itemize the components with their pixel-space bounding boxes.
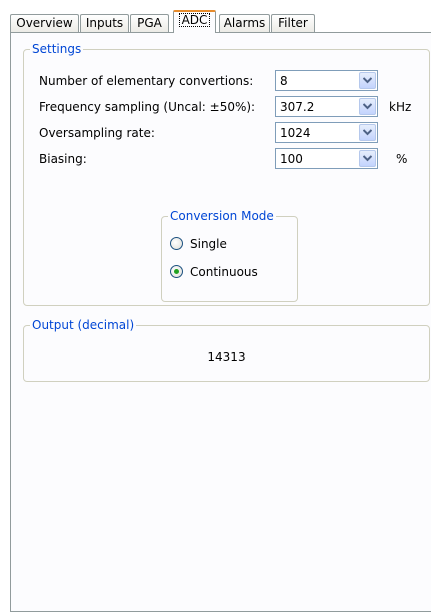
tab-adc[interactable]: ADC: [173, 10, 216, 33]
tab-label: Filter: [278, 16, 308, 30]
tab-pga[interactable]: PGA: [130, 14, 169, 32]
oversampling-rate-label: Oversampling rate:: [39, 126, 155, 140]
combo-value: 100: [280, 152, 303, 166]
single-radio-label[interactable]: Single: [190, 237, 227, 251]
elementary-conversions-select[interactable]: 8: [275, 70, 378, 91]
radio-selected-dot: [174, 269, 179, 274]
settings-group: Settings Number of elementary convertion…: [23, 42, 430, 306]
elementary-conversions-label: Number of elementary convertions:: [39, 74, 254, 88]
frequency-unit: kHz: [389, 100, 412, 114]
chevron-down-icon[interactable]: [359, 98, 376, 115]
settings-group-title: Settings: [30, 42, 84, 56]
tab-label: PGA: [137, 16, 162, 30]
tab-overview[interactable]: Overview: [10, 14, 79, 32]
combo-value: 8: [280, 74, 288, 88]
tab-label: Overview: [16, 16, 73, 30]
frequency-sampling-select[interactable]: 307.2: [275, 96, 378, 117]
chevron-down-icon[interactable]: [359, 150, 376, 167]
combo-value: 1024: [280, 126, 311, 140]
biasing-select[interactable]: 100: [275, 148, 378, 169]
output-value: 14313: [207, 350, 246, 364]
conversion-mode-title: Conversion Mode: [168, 209, 276, 223]
continuous-radio[interactable]: [170, 265, 183, 278]
conversion-mode-group: Conversion Mode Single Continuous: [161, 209, 298, 302]
tab-alarms[interactable]: Alarms: [219, 14, 270, 32]
frequency-sampling-label: Frequency sampling (Uncal: ±50%):: [39, 100, 256, 114]
tab-filter[interactable]: Filter: [271, 14, 315, 32]
chevron-down-icon[interactable]: [359, 124, 376, 141]
single-radio[interactable]: [170, 237, 183, 250]
tab-label: Alarms: [223, 16, 266, 30]
continuous-radio-label[interactable]: Continuous: [190, 265, 258, 279]
combo-value: 307.2: [280, 100, 315, 114]
tab-label: ADC: [178, 13, 211, 27]
biasing-unit: %: [396, 152, 408, 166]
biasing-label: Biasing:: [39, 152, 87, 166]
tab-inputs[interactable]: Inputs: [80, 14, 129, 32]
adc-tab-page: Settings Number of elementary convertion…: [10, 32, 431, 612]
oversampling-rate-select[interactable]: 1024: [275, 122, 378, 143]
output-group-title: Output (decimal): [30, 318, 137, 332]
tab-label: Inputs: [85, 16, 124, 30]
chevron-down-icon[interactable]: [359, 72, 376, 89]
output-group: Output (decimal) 14313: [23, 318, 430, 382]
